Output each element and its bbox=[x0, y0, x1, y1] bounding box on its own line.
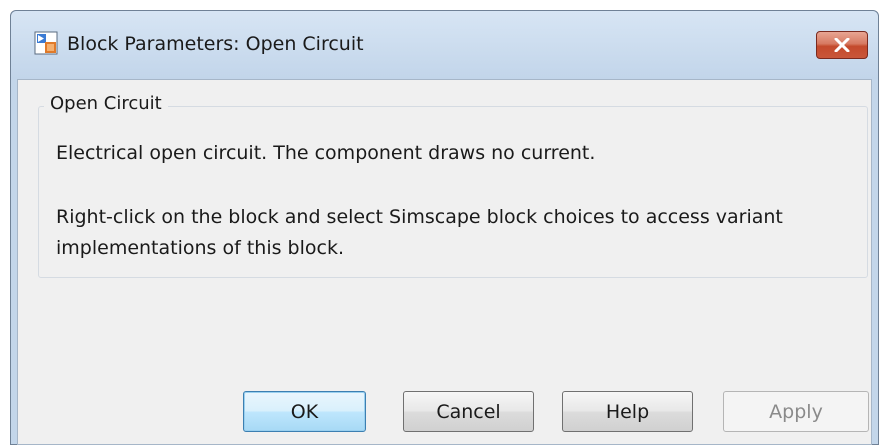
dialog-content: Open Circuit Electrical open circuit. Th… bbox=[17, 79, 872, 445]
window-title: Block Parameters: Open Circuit bbox=[67, 33, 364, 55]
help-button[interactable]: Help bbox=[562, 391, 693, 432]
block-description: Electrical open circuit. The component d… bbox=[56, 142, 596, 164]
groupbox-title: Open Circuit bbox=[44, 93, 168, 114]
simulink-block-icon bbox=[34, 31, 58, 55]
variant-hint-text: Right-click on the block and select Sims… bbox=[56, 206, 783, 259]
close-button[interactable] bbox=[816, 31, 868, 59]
apply-button[interactable]: Apply bbox=[723, 391, 869, 432]
ok-button[interactable]: OK bbox=[243, 391, 366, 432]
close-x-icon bbox=[834, 38, 850, 52]
dialog-window: Block Parameters: Open Circuit Open Circ… bbox=[10, 10, 879, 445]
title-bar[interactable]: Block Parameters: Open Circuit bbox=[11, 11, 878, 79]
cancel-button[interactable]: Cancel bbox=[403, 391, 534, 432]
